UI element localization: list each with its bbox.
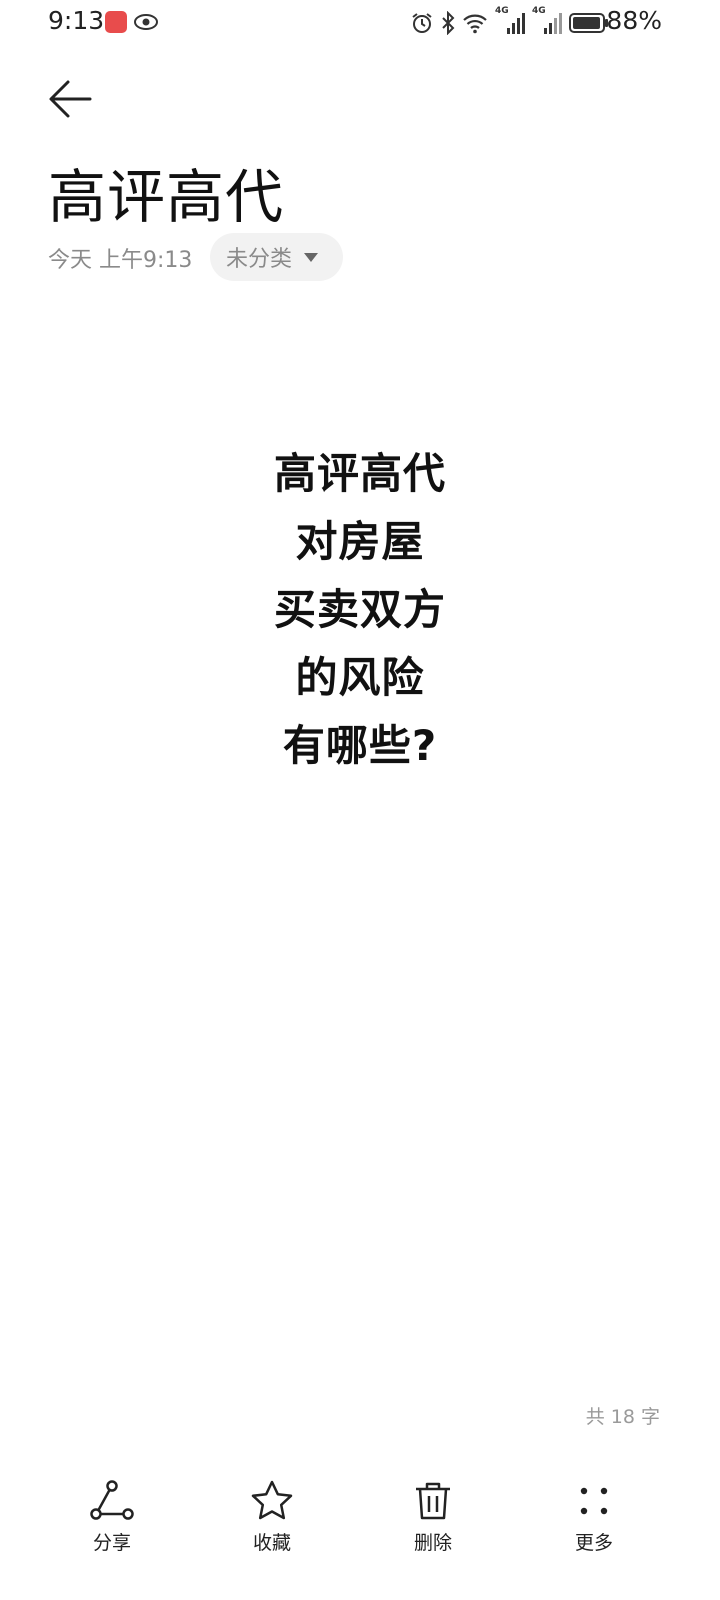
category-dropdown[interactable]: 未分类 [210,233,343,281]
signal-icon: 4G [532,6,562,36]
delete-label: 删除 [413,1532,452,1554]
alarm-icon [412,13,432,33]
note-title[interactable]: 高评高代 [48,150,284,234]
more-button[interactable]: 更多 [534,1478,654,1555]
favorite-label: 收藏 [252,1532,291,1554]
back-button[interactable] [44,76,96,122]
category-label: 未分类 [226,247,293,272]
eye-icon [134,14,158,30]
app-notification-icon [105,11,127,33]
delete-button[interactable]: 删除 [373,1478,493,1555]
note-line: 高评高代 [273,449,446,498]
signal-icon: 4G [495,6,525,36]
more-label: 更多 [574,1532,613,1554]
note-timestamp: 今天 上午9:13 [48,248,193,273]
status-bar: 9:13 4G 4G 88% [0,0,720,44]
battery-percent: 88% [606,6,662,35]
status-time: 9:13 [48,6,105,35]
note-line: 对房屋 [295,517,425,566]
bluetooth-icon [442,11,455,35]
share-label: 分享 [92,1532,131,1554]
trash-icon [416,1482,450,1520]
battery-icon [569,13,608,33]
word-count: 共 18 字 [585,1406,660,1428]
chevron-down-icon [304,252,319,262]
favorite-button[interactable]: 收藏 [212,1478,332,1555]
note-line: 买卖双方 [273,585,446,634]
wifi-icon [463,14,487,34]
star-icon [251,1480,293,1520]
share-button[interactable]: 分享 [52,1478,172,1555]
note-body[interactable]: 高评高代 对房屋 买卖双方 的风险 有哪些? [0,440,720,780]
more-icon [580,1487,608,1515]
bottom-toolbar: 分享 收藏 删除 更多 [0,1470,720,1580]
arrow-left-icon [49,80,92,118]
note-line: 有哪些? [282,721,438,770]
share-icon [90,1480,134,1520]
note-line: 的风险 [295,653,425,702]
